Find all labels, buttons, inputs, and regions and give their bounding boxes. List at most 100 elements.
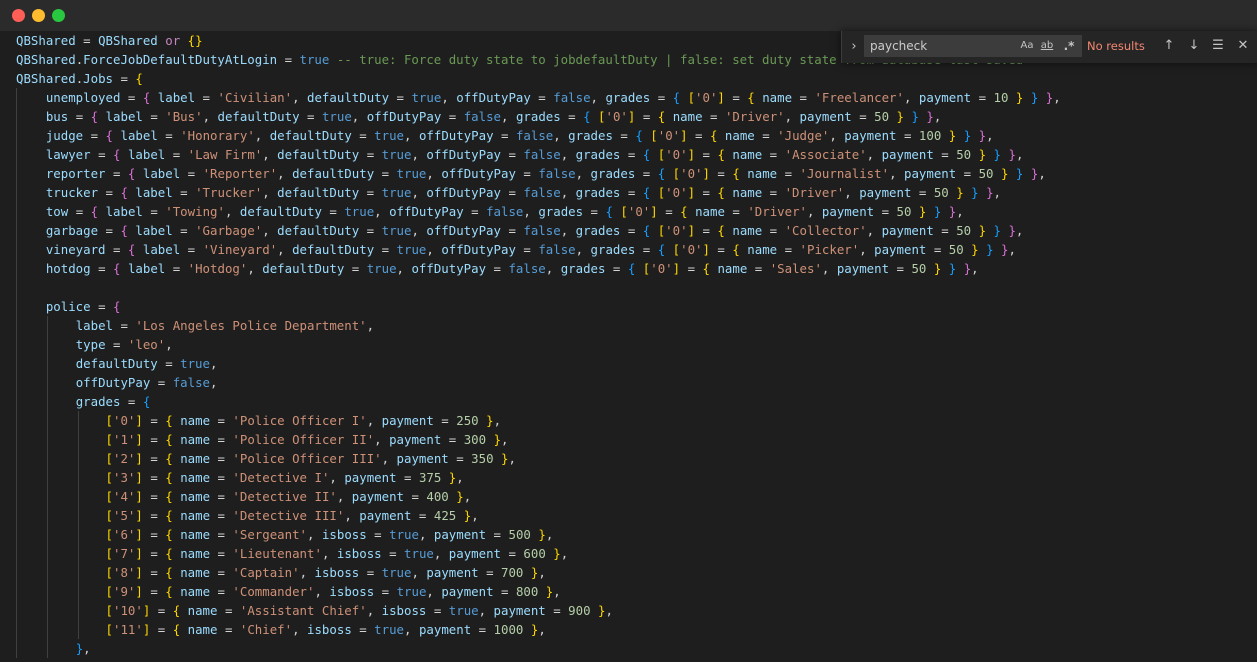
code-line[interactable]: hotdog = { label = 'Hotdog', defaultDuty…: [16, 259, 1061, 278]
indent-guide: [78, 525, 79, 544]
operator: [986, 223, 993, 238]
operator: =: [889, 261, 912, 276]
find-input[interactable]: [870, 37, 1010, 55]
code-editor[interactable]: QBShared = QBShared or {} QBShared.ForceJ…: [0, 31, 1257, 662]
close-window-button[interactable]: [12, 9, 25, 22]
operator: =: [142, 584, 166, 599]
code-line[interactable]: ['3'] = { name = 'Detective I', payment …: [16, 468, 1061, 487]
operator: =: [657, 204, 681, 219]
code-line[interactable]: ['10'] = { name = 'Assistant Chief', isb…: [16, 601, 1061, 620]
indent-guide: [16, 145, 17, 164]
code-line[interactable]: ['11'] = { name = 'Chief', isboss = true…: [16, 620, 1061, 639]
identifier: payment: [821, 204, 875, 219]
code-line[interactable]: ['1'] = { name = 'Police Officer II', pa…: [16, 430, 1061, 449]
code-line[interactable]: ['4'] = { name = 'Detective II', payment…: [16, 487, 1061, 506]
indent-guide: [16, 449, 17, 468]
code-line[interactable]: judge = { label = 'Honorary', defaultDut…: [16, 126, 1061, 145]
bracket: ]: [135, 527, 143, 542]
operator: [180, 33, 187, 48]
code-line[interactable]: lawyer = { label = 'Law Firm', defaultDu…: [16, 145, 1061, 164]
operator: =: [157, 128, 181, 143]
identifier: offDutyPay: [426, 147, 501, 162]
operator: =: [762, 185, 785, 200]
operator: ,: [396, 261, 412, 276]
identifier: offDutyPay: [366, 109, 442, 124]
chevron-right-icon[interactable]: ›: [846, 37, 862, 57]
code-line[interactable]: label = 'Los Angeles Police Department',: [16, 316, 1061, 335]
maximize-window-button[interactable]: [52, 9, 65, 22]
code-line[interactable]: [16, 278, 1061, 297]
code-line[interactable]: offDutyPay = false,: [16, 373, 1061, 392]
operator: =: [68, 109, 91, 124]
code-line[interactable]: ['6'] = { name = 'Sergeant', isboss = tr…: [16, 525, 1061, 544]
identifier: grades: [575, 147, 621, 162]
indent-guide: [16, 259, 17, 278]
operator: =: [680, 261, 703, 276]
code-line[interactable]: type = 'leo',: [16, 335, 1061, 354]
code-line[interactable]: ['9'] = { name = 'Commander', isboss = t…: [16, 582, 1061, 601]
identifier: name: [732, 223, 763, 238]
code-line[interactable]: unemployed = { label = 'Civilian', defau…: [16, 88, 1061, 107]
identifier: name: [695, 204, 725, 219]
minimize-window-button[interactable]: [32, 9, 45, 22]
arrow-down-icon[interactable]: ↓: [1185, 37, 1203, 55]
operator: =: [210, 470, 233, 485]
operator: ,: [314, 584, 330, 599]
code-line[interactable]: bus = { label = 'Bus', defaultDuty = tru…: [16, 107, 1061, 126]
operator: =: [180, 166, 203, 181]
close-icon[interactable]: ✕: [1234, 37, 1252, 55]
operator: ,: [366, 603, 382, 618]
code-line[interactable]: grades = {: [16, 392, 1061, 411]
operator: [665, 109, 672, 124]
code-line[interactable]: defaultDuty = true,: [16, 354, 1061, 373]
code-content[interactable]: QBShared = QBShared or {} QBShared.ForceJ…: [16, 31, 1061, 658]
indentation: [16, 451, 106, 466]
code-line[interactable]: ['0'] = { name = 'Police Officer I', pay…: [16, 411, 1061, 430]
code-line[interactable]: trucker = { label = 'Trucker', defaultDu…: [16, 183, 1061, 202]
operator: =: [687, 128, 710, 143]
operator: [994, 242, 1001, 257]
code-line[interactable]: vineyard = { label = 'Vineyard', default…: [16, 240, 1061, 259]
find-in-selection-icon[interactable]: ☰: [1209, 37, 1227, 55]
identifier: type: [75, 337, 106, 352]
code-line[interactable]: tow = { label = 'Towing', defaultDuty = …: [16, 202, 1061, 221]
bracket: [: [672, 166, 681, 181]
bracket: {: [165, 413, 173, 428]
indent-guide: [16, 563, 17, 582]
code-line[interactable]: ['5'] = { name = 'Detective III', paymen…: [16, 506, 1061, 525]
operator: =: [105, 242, 128, 257]
code-line[interactable]: garbage = { label = 'Garbage', defaultDu…: [16, 221, 1061, 240]
find-input-box[interactable]: Aa ab .*: [864, 35, 1082, 57]
code-line[interactable]: ['8'] = { name = 'Captain', isboss = tru…: [16, 563, 1061, 582]
code-line[interactable]: QBShared.Jobs = {: [16, 69, 1061, 88]
operator: ,: [1015, 223, 1024, 238]
operator: =: [545, 603, 569, 618]
operator: [688, 204, 695, 219]
operator: =: [493, 128, 516, 143]
identifier: defaultDuty: [75, 356, 158, 371]
operator: ,: [538, 565, 546, 580]
identifier: label: [127, 147, 166, 162]
regex-toggle[interactable]: .*: [1060, 38, 1078, 54]
indent-guide: [78, 506, 79, 525]
string-literal: 'Driver': [724, 109, 785, 124]
code-line[interactable]: },: [16, 639, 1061, 658]
identifier: label: [75, 318, 113, 333]
code-line[interactable]: police = {: [16, 297, 1061, 316]
arrow-up-icon[interactable]: ↑: [1160, 37, 1178, 55]
indent-guide: [78, 449, 79, 468]
identifier: payment: [874, 242, 927, 257]
operator: =: [210, 451, 233, 466]
whole-word-toggle[interactable]: ab: [1038, 38, 1056, 54]
operator: [150, 90, 157, 105]
identifier: offDutyPay: [426, 223, 501, 238]
match-case-toggle[interactable]: Aa: [1018, 38, 1036, 54]
operator: ,: [254, 128, 270, 143]
code-line[interactable]: reporter = { label = 'Reporter', default…: [16, 164, 1061, 183]
indent-guide: [47, 430, 48, 449]
code-line[interactable]: ['2'] = { name = 'Police Officer III', p…: [16, 449, 1061, 468]
string-literal: '0': [665, 147, 688, 162]
operator: ,: [433, 546, 449, 561]
code-line[interactable]: ['7'] = { name = 'Lieutenant', isboss = …: [16, 544, 1061, 563]
indent-guide: [47, 620, 48, 639]
